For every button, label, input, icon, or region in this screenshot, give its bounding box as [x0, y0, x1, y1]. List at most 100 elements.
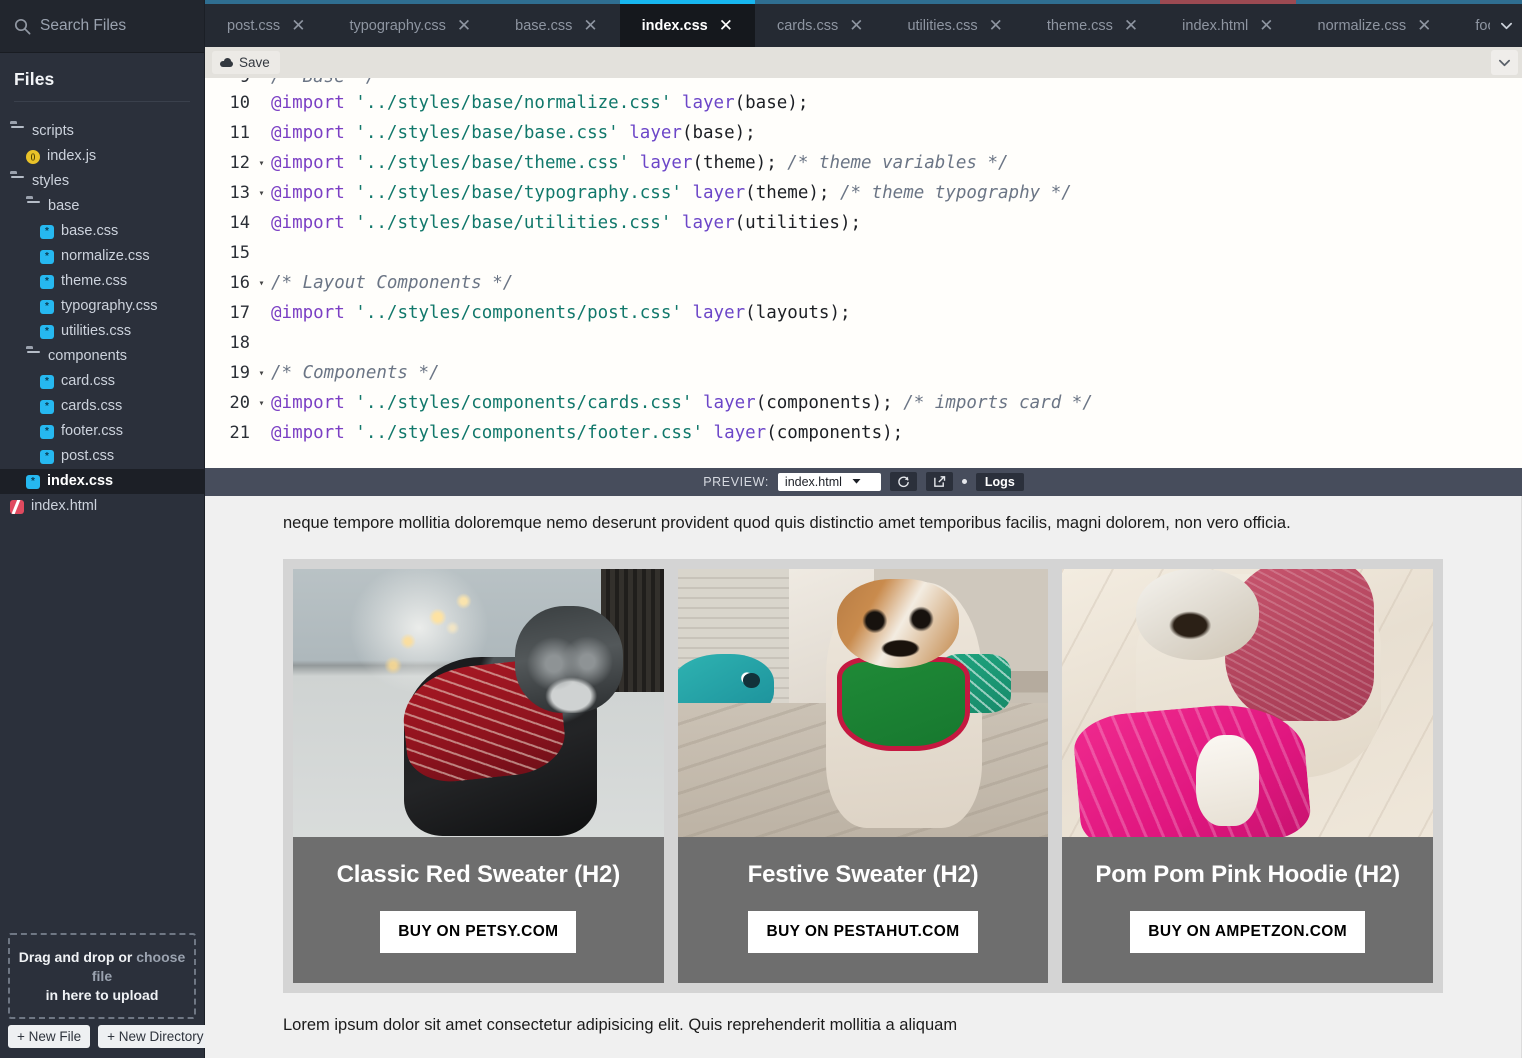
- editor-tab-cards-css[interactable]: cards.css ✕: [755, 0, 886, 47]
- save-button[interactable]: Save: [212, 51, 280, 74]
- editor-tab-label: cards.css: [777, 18, 838, 34]
- fold-arrow-icon[interactable]: ▾: [255, 158, 268, 169]
- code-token: /* Components */: [271, 363, 440, 383]
- css-file-icon: *: [40, 375, 54, 389]
- editor-tab-post-css[interactable]: post.css✕: [205, 0, 327, 47]
- preview-file-select[interactable]: index.html: [778, 473, 881, 491]
- file-tree-item-post-css[interactable]: *post.css: [0, 444, 204, 469]
- new-directory-button[interactable]: + New Directory: [98, 1025, 212, 1048]
- save-toolbar: Save: [205, 47, 1522, 78]
- refresh-icon: [897, 475, 910, 488]
- upload-dropzone[interactable]: Drag and drop or choose file in here to …: [8, 933, 196, 1019]
- search-input[interactable]: [40, 17, 190, 35]
- preview-refresh-button[interactable]: [890, 472, 917, 491]
- close-icon[interactable]: ✕: [1124, 17, 1138, 34]
- line-number: 20: [205, 393, 255, 413]
- new-file-button[interactable]: + New File: [8, 1025, 90, 1048]
- chevron-down-icon: [852, 478, 861, 485]
- product-card[interactable]: Classic Red Sweater (H2) BUY ON PETSY.CO…: [293, 569, 664, 983]
- editor-tab-index-html[interactable]: index.html✕: [1160, 0, 1295, 47]
- code-editor[interactable]: 9/* Base */10@import '../styles/base/nor…: [205, 78, 1522, 468]
- product-title: Festive Sweater (H2): [678, 837, 1049, 889]
- code-token: (theme);: [745, 183, 840, 203]
- close-icon[interactable]: ✕: [291, 17, 305, 34]
- editor-tab-utilities-css[interactable]: utilities.css✕: [885, 0, 1024, 47]
- file-tree-item-index-html[interactable]: index.html: [0, 494, 204, 519]
- editor-tab-label: normalize.css: [1318, 18, 1407, 34]
- code-token: (components);: [756, 393, 904, 413]
- line-number: 14: [205, 213, 255, 233]
- editor-tab-base-css[interactable]: base.css ✕: [493, 0, 619, 47]
- file-tree-item-index-css[interactable]: *index.css: [0, 469, 204, 494]
- product-buy-button[interactable]: BUY ON AMPETZON.COM: [1130, 911, 1365, 953]
- folder-icon: [26, 199, 41, 214]
- preview-open-external-button[interactable]: [926, 472, 953, 491]
- product-card-list: Classic Red Sweater (H2) BUY ON PETSY.CO…: [283, 559, 1443, 993]
- file-tree-item-theme-css[interactable]: *theme.css: [0, 269, 204, 294]
- file-tree: scripts ()index.js styles base*base.css*nor…: [0, 117, 204, 925]
- css-file-icon: *: [26, 475, 40, 489]
- line-number: 12: [205, 153, 255, 173]
- close-icon[interactable]: ✕: [719, 17, 733, 34]
- code-line: 19▾/* Components */: [205, 358, 1522, 388]
- file-tree-item-label: styles: [32, 174, 69, 189]
- code-token: /* imports card */: [903, 393, 1093, 413]
- editor-tab-typography-css[interactable]: typography.css✕: [327, 0, 493, 47]
- code-token: /* theme variables */: [787, 153, 1008, 173]
- file-tree-item-scripts[interactable]: scripts: [0, 119, 204, 144]
- close-icon[interactable]: ✕: [1417, 17, 1431, 34]
- fold-arrow-icon[interactable]: ▾: [255, 398, 268, 409]
- editor-tab-index-css[interactable]: index.css✕: [620, 0, 755, 47]
- product-buy-button[interactable]: BUY ON PETSY.COM: [380, 911, 576, 953]
- close-icon[interactable]: ✕: [989, 17, 1003, 34]
- file-tree-item-components[interactable]: components: [0, 344, 204, 369]
- file-tree-item-utilities-css[interactable]: *utilities.css: [0, 319, 204, 344]
- code-token: [692, 393, 703, 413]
- code-token: @import: [271, 423, 355, 443]
- close-icon[interactable]: ✕: [457, 17, 471, 34]
- fold-arrow-icon[interactable]: ▾: [255, 368, 268, 379]
- css-file-icon: *: [40, 400, 54, 414]
- fold-arrow-icon[interactable]: ▾: [255, 188, 268, 199]
- code-token: @import: [271, 303, 355, 323]
- preview-page: neque tempore mollitia doloremque nemo d…: [205, 496, 1521, 1058]
- fold-arrow-icon[interactable]: ▾: [255, 278, 268, 289]
- logs-button[interactable]: Logs: [976, 473, 1024, 491]
- file-tree-item-index-js[interactable]: ()index.js: [0, 144, 204, 169]
- search-bar[interactable]: [0, 0, 204, 53]
- editor-tab-theme-css[interactable]: theme.css✕: [1025, 0, 1160, 47]
- upload-line-2: in here to upload: [16, 986, 188, 1005]
- code-token: layer: [640, 153, 693, 173]
- file-tree-item-card-css[interactable]: *card.css: [0, 369, 204, 394]
- close-icon[interactable]: ✕: [583, 17, 597, 34]
- code-text: @import '../styles/components/footer.css…: [268, 423, 903, 443]
- product-image: [678, 569, 1049, 837]
- editor-tab-normalize-css[interactable]: normalize.css ✕: [1296, 0, 1454, 47]
- file-tree-item-footer-css[interactable]: *footer.css: [0, 419, 204, 444]
- editor-options-chevron-down-icon[interactable]: [1491, 50, 1518, 75]
- code-token: layer: [629, 123, 682, 143]
- code-token: layer: [692, 183, 745, 203]
- product-card[interactable]: Pom Pom Pink Hoodie (H2) BUY ON AMPETZON…: [1062, 569, 1433, 983]
- code-token: layer: [692, 303, 745, 323]
- editor-tab-label: base.css: [515, 18, 572, 34]
- file-tree-item-label: scripts: [32, 124, 74, 139]
- close-icon[interactable]: ✕: [1259, 17, 1273, 34]
- file-tree-item-label: footer.css: [61, 424, 123, 439]
- file-tree-item-cards-css[interactable]: *cards.css: [0, 394, 204, 419]
- code-token: '../styles/base/utilities.css': [355, 213, 671, 233]
- code-line: 10@import '../styles/base/normalize.css'…: [205, 88, 1522, 118]
- file-tree-item-typography-css[interactable]: *typography.css: [0, 294, 204, 319]
- product-card[interactable]: Festive Sweater (H2) BUY ON PESTAHUT.COM: [678, 569, 1049, 983]
- file-tree-item-normalize-css[interactable]: *normalize.css: [0, 244, 204, 269]
- close-icon[interactable]: ✕: [849, 17, 863, 34]
- file-tree-item-base-css[interactable]: *base.css: [0, 219, 204, 244]
- code-token: [671, 93, 682, 113]
- file-tree-item-styles[interactable]: styles: [0, 169, 204, 194]
- product-buy-button[interactable]: BUY ON PESTAHUT.COM: [748, 911, 977, 953]
- code-text: @import '../styles/base/theme.css' layer…: [268, 153, 1009, 173]
- code-text: @import '../styles/base/typography.css' …: [268, 183, 1072, 203]
- file-tree-item-base[interactable]: base: [0, 194, 204, 219]
- code-token: /* theme typography */: [840, 183, 1072, 203]
- tab-overflow-chevron-down-icon[interactable]: [1490, 4, 1522, 47]
